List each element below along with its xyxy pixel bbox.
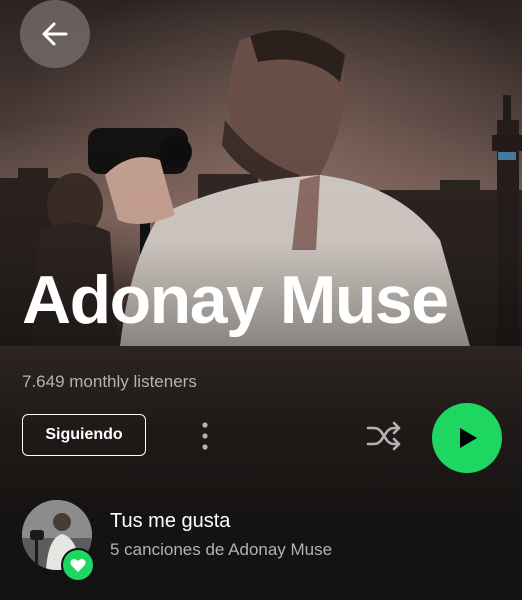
more-options-button[interactable]	[186, 416, 224, 456]
play-button[interactable]	[432, 403, 502, 473]
liked-songs-subtitle: 5 canciones de Adonay Muse	[110, 540, 333, 559]
monthly-listeners: 7.649 monthly listeners	[22, 372, 197, 391]
liked-badge	[61, 548, 95, 582]
more-vertical-icon	[202, 422, 208, 450]
shuffle-button[interactable]	[362, 416, 406, 456]
back-button[interactable]	[20, 0, 90, 68]
shuffle-icon	[366, 421, 401, 451]
arrow-left-icon	[42, 22, 68, 46]
artist-page: Adonay Muse 7.649 monthly listeners Sigu…	[0, 0, 522, 600]
play-icon	[460, 428, 477, 448]
heart-icon	[70, 558, 86, 572]
artist-name: Adonay Muse	[22, 262, 449, 338]
liked-songs-title: Tus me gusta	[110, 510, 231, 532]
liked-songs-item[interactable]: Tus me gusta 5 canciones de Adonay Muse	[0, 496, 522, 582]
follow-button[interactable]: Siguiendo	[22, 414, 146, 456]
artist-hero-image: Adonay Muse	[0, 0, 522, 346]
